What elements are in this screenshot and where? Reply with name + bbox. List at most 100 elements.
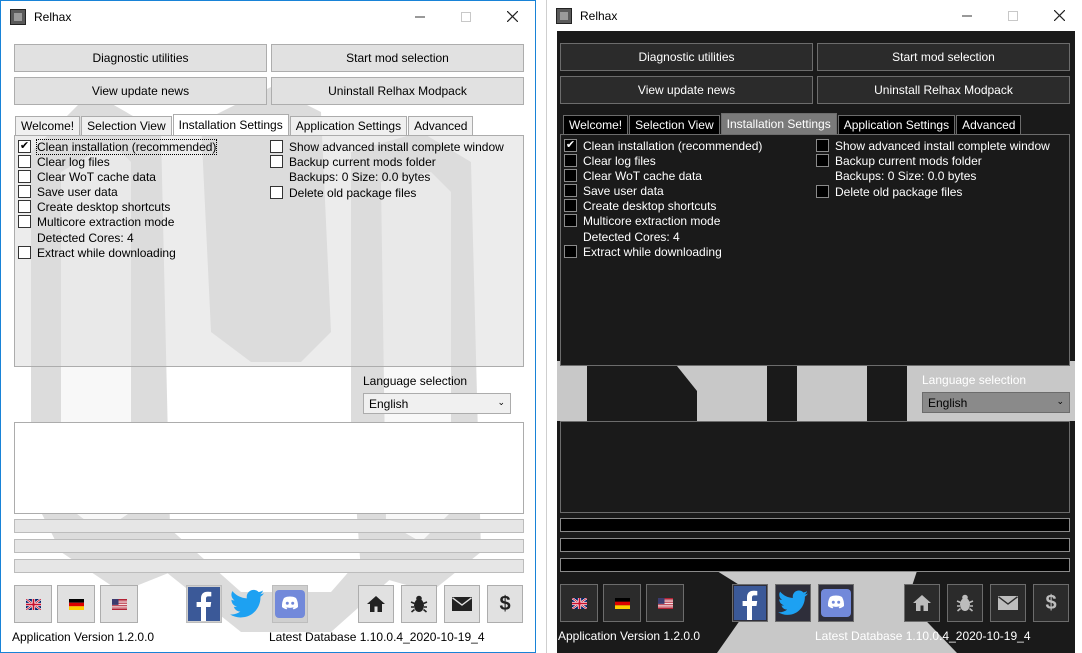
checkbox-box: [18, 200, 31, 213]
tab-selection-view[interactable]: Selection View: [81, 116, 172, 136]
clear-wot-cache-checkbox[interactable]: Clear WoT cache data: [564, 168, 702, 183]
checkbox-box: [18, 246, 31, 259]
close-icon[interactable]: [1036, 0, 1082, 31]
backup-mods-folder-checkbox[interactable]: Backup current mods folder: [816, 153, 982, 168]
extract-while-downloading-checkbox[interactable]: Extract while downloading: [564, 244, 722, 259]
save-user-data-checkbox[interactable]: Save user data: [564, 183, 664, 198]
checkbox-box: [18, 185, 31, 198]
installation-settings-panel: ✔ Clean installation (recommended) Clear …: [560, 134, 1070, 366]
usa-flag-button[interactable]: [100, 585, 138, 623]
donate-button[interactable]: $: [487, 585, 523, 623]
home-button[interactable]: [904, 584, 940, 622]
backups-info-text: Backups: 0 Size: 0.0 bytes: [289, 170, 431, 184]
facebook-button[interactable]: [186, 585, 222, 623]
uninstall-relhax-button[interactable]: Uninstall Relhax Modpack: [271, 77, 524, 105]
show-advanced-install-window-checkbox[interactable]: Show advanced install complete window: [270, 139, 504, 154]
tab-installation-settings[interactable]: Installation Settings: [720, 113, 837, 135]
bug-icon: [956, 594, 974, 612]
tab-application-settings[interactable]: Application Settings: [837, 115, 956, 135]
view-update-news-button[interactable]: View update news: [560, 76, 813, 104]
mail-button[interactable]: [990, 584, 1026, 622]
extract-while-downloading-checkbox[interactable]: Extract while downloading: [18, 245, 176, 260]
close-icon[interactable]: [489, 1, 535, 32]
tab-installation-settings[interactable]: Installation Settings: [172, 114, 289, 136]
start-mod-selection-button[interactable]: Start mod selection: [271, 44, 524, 72]
view-update-news-button[interactable]: View update news: [14, 77, 267, 105]
settings-tabs: Welcome! Selection View Installation Set…: [563, 113, 1022, 135]
tab-selection-view[interactable]: Selection View: [629, 115, 720, 135]
detected-cores-text: Detected Cores: 4: [583, 230, 680, 244]
clear-wot-cache-checkbox[interactable]: Clear WoT cache data: [18, 169, 156, 184]
twitter-button[interactable]: [775, 584, 811, 622]
discord-icon: [821, 589, 851, 617]
discord-icon: [275, 590, 305, 618]
checkbox-box: [816, 154, 829, 167]
germany-flag-icon: [614, 597, 630, 609]
tab-welcome[interactable]: Welcome!: [563, 115, 629, 135]
application-version-text: Application Version 1.2.0.0: [558, 629, 701, 643]
uninstall-relhax-button[interactable]: Uninstall Relhax Modpack: [817, 76, 1070, 104]
title-bar[interactable]: Relhax: [547, 0, 1082, 31]
diagnostic-utilities-button[interactable]: Diagnostic utilities: [14, 44, 267, 72]
chevron-down-icon: ⌄: [1056, 396, 1064, 406]
minimize-icon[interactable]: [397, 1, 443, 32]
language-select[interactable]: English ⌄: [363, 393, 511, 414]
relhax-window-light: Relhax Diagnostic utilities Start mod se…: [0, 0, 536, 653]
client-area: Diagnostic utilities Start mod selection…: [1, 32, 535, 652]
clean-installation-checkbox[interactable]: ✔ Clean installation (recommended): [564, 138, 762, 153]
delete-old-package-files-checkbox[interactable]: Delete old package files: [816, 184, 962, 199]
language-select[interactable]: English ⌄: [922, 392, 1070, 413]
title-bar[interactable]: Relhax: [1, 1, 535, 32]
language-select-value: English: [928, 395, 968, 410]
progress-bar-3: [560, 558, 1070, 572]
clear-log-files-checkbox[interactable]: Clear log files: [18, 154, 110, 169]
mail-icon: [452, 597, 472, 611]
progress-bar-1: [14, 519, 524, 533]
clear-log-files-checkbox[interactable]: Clear log files: [564, 153, 656, 168]
mail-button[interactable]: [444, 585, 480, 623]
backups-info-text: Backups: 0 Size: 0.0 bytes: [835, 169, 977, 183]
application-version-text: Application Version 1.2.0.0: [12, 630, 155, 644]
checkbox-box: [18, 155, 31, 168]
home-button[interactable]: [358, 585, 394, 623]
log-output-box[interactable]: [560, 421, 1070, 513]
checkbox-box: ✔: [18, 140, 31, 153]
donate-button[interactable]: $: [1033, 584, 1069, 622]
discord-button[interactable]: [818, 584, 854, 622]
start-mod-selection-button[interactable]: Start mod selection: [817, 43, 1070, 71]
twitter-icon: [230, 589, 264, 618]
backup-mods-folder-checkbox[interactable]: Backup current mods folder: [270, 154, 436, 169]
tab-advanced[interactable]: Advanced: [408, 116, 474, 136]
multicore-extraction-checkbox[interactable]: Multicore extraction mode: [18, 214, 174, 229]
discord-button[interactable]: [272, 585, 308, 623]
tab-welcome[interactable]: Welcome!: [15, 116, 81, 136]
diagnostic-utilities-button[interactable]: Diagnostic utilities: [560, 43, 813, 71]
checkbox-box: ✔: [564, 139, 577, 152]
delete-old-package-files-checkbox[interactable]: Delete old package files: [270, 185, 416, 200]
save-user-data-checkbox[interactable]: Save user data: [18, 184, 118, 199]
checkbox-box: [18, 170, 31, 183]
bug-icon: [410, 595, 428, 613]
maximize-icon[interactable]: [443, 1, 489, 32]
germany-flag-button[interactable]: [57, 585, 95, 623]
create-desktop-shortcuts-checkbox[interactable]: Create desktop shortcuts: [18, 199, 170, 214]
donate-icon: $: [1045, 591, 1057, 614]
uk-flag-button[interactable]: [560, 584, 598, 622]
minimize-icon[interactable]: [944, 0, 990, 31]
uk-flag-button[interactable]: [14, 585, 52, 623]
clean-installation-checkbox[interactable]: ✔ Clean installation (recommended): [18, 138, 218, 155]
show-advanced-install-window-checkbox[interactable]: Show advanced install complete window: [816, 138, 1050, 153]
tab-advanced[interactable]: Advanced: [956, 115, 1022, 135]
tab-application-settings[interactable]: Application Settings: [289, 116, 408, 136]
twitter-icon: [778, 590, 808, 615]
germany-flag-button[interactable]: [603, 584, 641, 622]
log-output-box[interactable]: [14, 422, 524, 514]
multicore-extraction-checkbox[interactable]: Multicore extraction mode: [564, 213, 720, 228]
create-desktop-shortcuts-checkbox[interactable]: Create desktop shortcuts: [564, 198, 716, 213]
twitter-button[interactable]: [229, 585, 265, 623]
facebook-button[interactable]: [732, 584, 768, 622]
bug-report-button[interactable]: [401, 585, 437, 623]
usa-flag-button[interactable]: [646, 584, 684, 622]
maximize-icon[interactable]: [990, 0, 1036, 31]
bug-report-button[interactable]: [947, 584, 983, 622]
